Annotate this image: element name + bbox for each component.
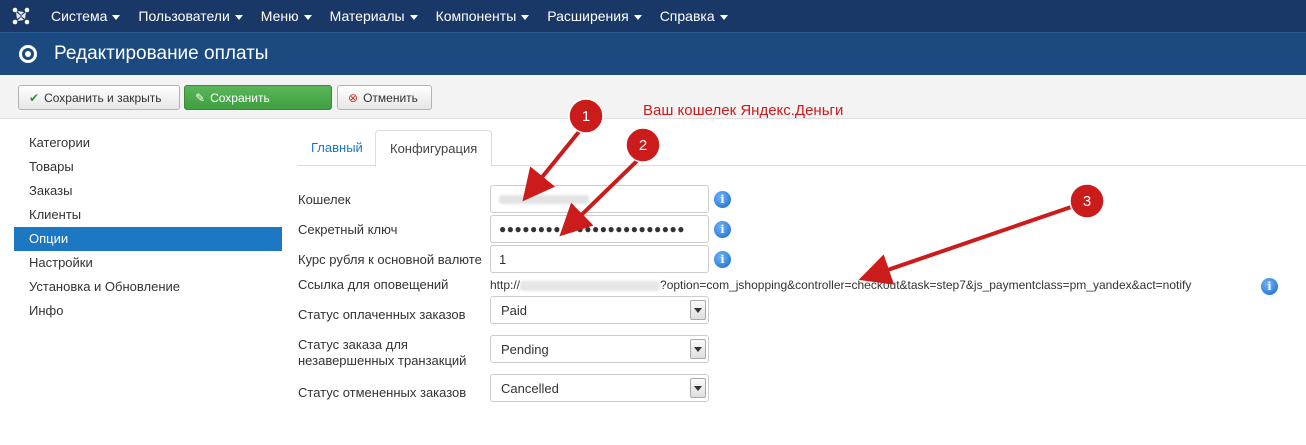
paid-status-select[interactable]: Paid bbox=[490, 296, 709, 324]
sidebar-item-settings[interactable]: Настройки bbox=[14, 251, 282, 275]
sidebar-item-clients[interactable]: Клиенты bbox=[14, 203, 282, 227]
secret-key-label: Секретный ключ bbox=[298, 222, 398, 237]
caret-down-icon bbox=[409, 14, 418, 20]
info-icon[interactable]: i bbox=[714, 191, 731, 208]
menu-components[interactable]: Компоненты bbox=[427, 0, 539, 32]
info-icon[interactable]: i bbox=[714, 251, 731, 268]
caret-down-icon bbox=[719, 14, 728, 20]
rate-value: 1 bbox=[499, 251, 507, 267]
caret-down-icon bbox=[112, 14, 121, 20]
check-icon: ✔ bbox=[29, 90, 40, 105]
rate-label: Курс рубля к основной валюте bbox=[298, 252, 482, 267]
menu-content[interactable]: Материалы bbox=[321, 0, 427, 32]
annotation-caption: Ваш кошелек Яндекс.Деньги bbox=[643, 102, 844, 119]
pending-status-select[interactable]: Pending bbox=[490, 335, 709, 363]
tab-configuration[interactable]: Конфигурация bbox=[375, 130, 493, 167]
top-menu-bar: Система Пользователи Меню Материалы Комп… bbox=[0, 0, 1306, 32]
save-and-close-button[interactable]: ✔ Сохранить и закрыть bbox=[18, 85, 180, 110]
info-icon[interactable]: i bbox=[714, 221, 731, 238]
chevron-down-icon bbox=[690, 378, 706, 398]
menu-users[interactable]: Пользователи bbox=[129, 0, 251, 32]
sidebar-item-orders[interactable]: Заказы bbox=[14, 179, 282, 203]
sidebar-item-products[interactable]: Товары bbox=[14, 155, 282, 179]
redacted-domain bbox=[520, 280, 661, 291]
menu-help[interactable]: Справка bbox=[651, 0, 737, 32]
menu-extensions[interactable]: Расширения bbox=[538, 0, 650, 32]
tab-bar: Главный Конфигурация bbox=[297, 130, 1306, 167]
wallet-label: Кошелек bbox=[298, 192, 351, 207]
caret-down-icon bbox=[521, 14, 530, 20]
menu-system[interactable]: Система bbox=[42, 0, 129, 32]
rate-field[interactable]: 1 bbox=[490, 245, 709, 273]
paid-status-label: Статус оплаченных заказов bbox=[298, 307, 466, 322]
radio-circle-icon bbox=[19, 45, 37, 63]
annotation-badge-3: 3 bbox=[1069, 183, 1105, 219]
caret-down-icon bbox=[633, 14, 642, 20]
sidebar-item-options[interactable]: Опции bbox=[14, 227, 282, 251]
secret-key-value: ●●●●●●●●●●●●●●●●●●●●●●●● bbox=[499, 222, 685, 236]
page-header: Редактирование оплаты bbox=[0, 32, 1306, 75]
chevron-down-icon bbox=[690, 300, 706, 320]
annotation-arrow-3 bbox=[858, 204, 1075, 285]
cancel-button[interactable]: ⊗ Отменить bbox=[337, 85, 432, 110]
sidebar-item-categories[interactable]: Категории bbox=[14, 131, 282, 155]
edit-icon: ✎ bbox=[195, 90, 206, 105]
chevron-down-icon bbox=[690, 339, 706, 359]
cancel-circle-icon: ⊗ bbox=[348, 90, 359, 105]
cancelled-status-label: Статус отмененных заказов bbox=[298, 385, 467, 400]
info-icon[interactable]: i bbox=[1261, 278, 1278, 295]
sidebar: Категории Товары Заказы Клиенты Опции На… bbox=[14, 131, 282, 323]
svg-text:3: 3 bbox=[1083, 193, 1091, 210]
sidebar-item-info[interactable]: Инфо bbox=[14, 299, 282, 323]
tab-main[interactable]: Главный bbox=[297, 130, 377, 167]
wallet-field[interactable] bbox=[490, 185, 709, 213]
save-button[interactable]: ✎ Сохранить bbox=[184, 85, 332, 110]
page-title: Редактирование оплаты bbox=[54, 43, 269, 64]
cancelled-status-select[interactable]: Cancelled bbox=[490, 374, 709, 402]
caret-down-icon bbox=[303, 14, 312, 20]
sidebar-item-install-update[interactable]: Установка и Обновление bbox=[14, 275, 282, 299]
notify-url-label: Ссылка для оповещений bbox=[298, 277, 449, 292]
menu-menus[interactable]: Меню bbox=[252, 0, 321, 32]
redacted-value bbox=[499, 195, 589, 204]
joomla-logo-icon[interactable] bbox=[0, 0, 42, 32]
notify-url: http://?option=com_jshopping&controller=… bbox=[490, 278, 1192, 292]
pending-status-label: Статус заказа для незавершенных транзакц… bbox=[298, 337, 467, 368]
secret-key-field[interactable]: ●●●●●●●●●●●●●●●●●●●●●●●● bbox=[490, 215, 709, 243]
caret-down-icon bbox=[234, 14, 243, 20]
